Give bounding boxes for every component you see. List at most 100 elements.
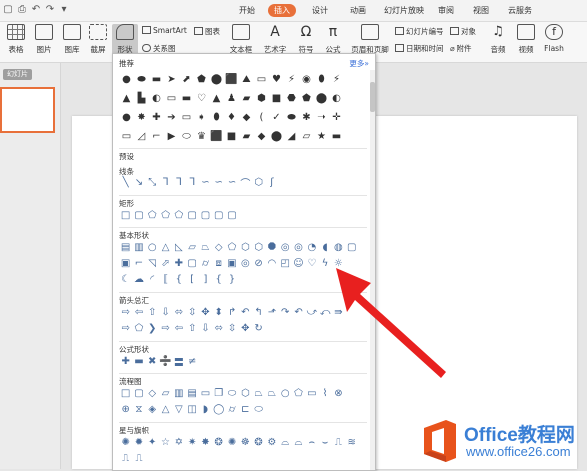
shape-icon[interactable]: ⬬ — [134, 70, 149, 89]
diagonal-stripe-icon[interactable]: ⬀ — [159, 256, 172, 271]
left-bracket-icon[interactable]: [ — [185, 272, 198, 287]
curve-connector-icon[interactable]: ∽ — [199, 175, 212, 190]
shape-icon[interactable]: ▶ — [164, 127, 179, 146]
shape-icon[interactable]: ♦ — [224, 108, 239, 127]
tab-review[interactable]: 审阅 — [432, 4, 460, 17]
shape-icon[interactable]: ◐ — [329, 89, 344, 108]
shape-icon[interactable]: ▰ — [239, 89, 254, 108]
double-brace-icon[interactable]: { — [172, 272, 185, 287]
slides-tab[interactable]: 幻灯片 — [3, 69, 32, 80]
star-5-icon[interactable]: ☆ — [159, 435, 172, 450]
symbol-button[interactable]: Ω 符号 — [294, 24, 318, 55]
shape-icon[interactable]: ⬭ — [179, 127, 194, 146]
down-arrow-icon[interactable]: ⇩ — [159, 305, 172, 320]
not-equal-icon[interactable]: ≠ — [185, 354, 198, 369]
shape-icon[interactable]: ⬢ — [254, 89, 269, 108]
decision-icon[interactable]: ◇ — [146, 386, 159, 401]
star-32-icon[interactable]: ⚙ — [265, 435, 278, 450]
heart-icon[interactable]: ♡ — [305, 256, 318, 271]
bent-arrow-icon[interactable]: ↱ — [225, 305, 238, 320]
snip-rectangle-icon[interactable]: ⬠ — [159, 208, 172, 223]
tab-home[interactable]: 开始 — [233, 4, 261, 17]
attachment-button[interactable]: ⌀ 附件 — [450, 43, 472, 54]
round-rectangle-icon[interactable]: ▢ — [185, 208, 198, 223]
merge-icon[interactable]: ▽ — [172, 402, 185, 417]
punched-tape-icon[interactable]: ⌇ — [318, 386, 331, 401]
summing-junction-icon[interactable]: ⊗ — [332, 386, 345, 401]
card-icon[interactable]: ▭ — [305, 386, 318, 401]
oval-icon[interactable]: ○ — [146, 240, 159, 255]
shape-icon[interactable]: ⬤ — [314, 89, 329, 108]
tab-view[interactable]: 视图 — [467, 4, 495, 17]
document-icon[interactable]: ▭ — [199, 386, 212, 401]
right-bracket-icon[interactable]: ] — [199, 272, 212, 287]
or-icon[interactable]: ⊕ — [119, 402, 132, 417]
shape-icon[interactable]: ♡ — [194, 89, 209, 108]
extract-icon[interactable]: △ — [159, 402, 172, 417]
right-callout-icon[interactable]: ⇨ — [159, 321, 172, 336]
shape-icon[interactable]: ▬ — [179, 89, 194, 108]
quad-callout-icon[interactable]: ✥ — [239, 321, 252, 336]
table-button[interactable]: 表格 — [4, 24, 28, 55]
u-turn-arrow-icon[interactable]: ↶ — [239, 305, 252, 320]
shape-icon[interactable]: ✸ — [134, 108, 149, 127]
ribbon-icon[interactable]: ⌓ — [279, 435, 292, 450]
shape-icon[interactable]: ◐ — [149, 89, 164, 108]
left-callout-icon[interactable]: ⇦ — [172, 321, 185, 336]
snip-rectangle-icon[interactable]: ⬠ — [172, 208, 185, 223]
left-up-arrow-icon[interactable]: ↰ — [252, 305, 265, 320]
decagon-icon[interactable]: ◎ — [279, 240, 292, 255]
multidocument-icon[interactable]: ❐ — [212, 386, 225, 401]
parallelogram-icon[interactable]: ▱ — [185, 240, 198, 255]
sequential-storage-icon[interactable]: ◯ — [212, 402, 225, 417]
shape-icon[interactable]: ⛰ — [239, 70, 254, 89]
shape-icon[interactable]: ● — [119, 108, 134, 127]
heptagon-icon[interactable]: ⬡ — [252, 240, 265, 255]
wave-icon[interactable]: ≋ — [345, 435, 358, 450]
shape-icon[interactable]: ★ — [314, 127, 329, 146]
shape-icon[interactable]: ▭ — [179, 108, 194, 127]
manual-operation-icon[interactable]: ⏢ — [265, 386, 278, 401]
circular-arrow-icon[interactable]: ↻ — [252, 321, 265, 336]
shape-icon[interactable]: ▬ — [329, 127, 344, 146]
right-brace-icon[interactable]: } — [225, 272, 238, 287]
shape-icon[interactable]: ⬟ — [299, 89, 314, 108]
shape-icon[interactable]: ◉ — [299, 70, 314, 89]
offpage-connector-icon[interactable]: ⬠ — [292, 386, 305, 401]
shape-icon[interactable]: ➔ — [164, 108, 179, 127]
shape-icon[interactable]: ▱ — [299, 127, 314, 146]
explosion-icon[interactable]: ✺ — [119, 435, 132, 450]
shape-icon[interactable]: ◆ — [239, 108, 254, 127]
smiley-face-icon[interactable]: ☺ — [292, 256, 305, 271]
shape-icon[interactable]: ◿ — [134, 127, 149, 146]
shape-icon[interactable]: ⌐ — [149, 127, 164, 146]
tab-design[interactable]: 设计 — [306, 4, 334, 17]
shape-icon[interactable]: ⬬ — [284, 108, 299, 127]
flash-button[interactable]: f Flash — [542, 24, 566, 53]
terminator-icon[interactable]: ⬭ — [225, 386, 238, 401]
moon-icon[interactable]: ☾ — [119, 272, 132, 287]
vertical-scroll-icon[interactable]: ⎍ — [132, 451, 145, 466]
more-link[interactable]: 更多» — [349, 58, 369, 69]
cross-icon[interactable]: ✚ — [172, 256, 185, 271]
shape-icon[interactable]: ▭ — [164, 89, 179, 108]
shape-icon[interactable]: ⬈ — [179, 70, 194, 89]
equal-icon[interactable]: 〓 — [172, 354, 185, 369]
trapezoid-icon[interactable]: ⏢ — [199, 240, 212, 255]
curved-arrow-icon[interactable]: ⤺ — [318, 305, 331, 320]
shape-icon[interactable]: ♛ — [194, 127, 209, 146]
block-arc-icon[interactable]: ◠ — [265, 256, 278, 271]
textbox-button[interactable]: 文本框 — [226, 24, 256, 55]
minus-icon[interactable]: ▬ — [132, 354, 145, 369]
stored-data-icon[interactable]: ◫ — [185, 402, 198, 417]
left-brace-icon[interactable]: { — [212, 272, 225, 287]
l-shape-icon[interactable]: ◹ — [146, 256, 159, 271]
shape-icon[interactable]: ▭ — [119, 127, 134, 146]
predefined-process-icon[interactable]: ▥ — [172, 386, 185, 401]
cloud-icon[interactable]: ☁ — [132, 272, 145, 287]
quick-access-dropdown-icon[interactable]: ▾ — [58, 4, 70, 16]
down-callout-icon[interactable]: ⇩ — [199, 321, 212, 336]
left-arrow-icon[interactable]: ⇦ — [132, 305, 145, 320]
cube-icon[interactable]: ⧈ — [212, 256, 225, 271]
manual-input-icon[interactable]: ⏢ — [252, 386, 265, 401]
